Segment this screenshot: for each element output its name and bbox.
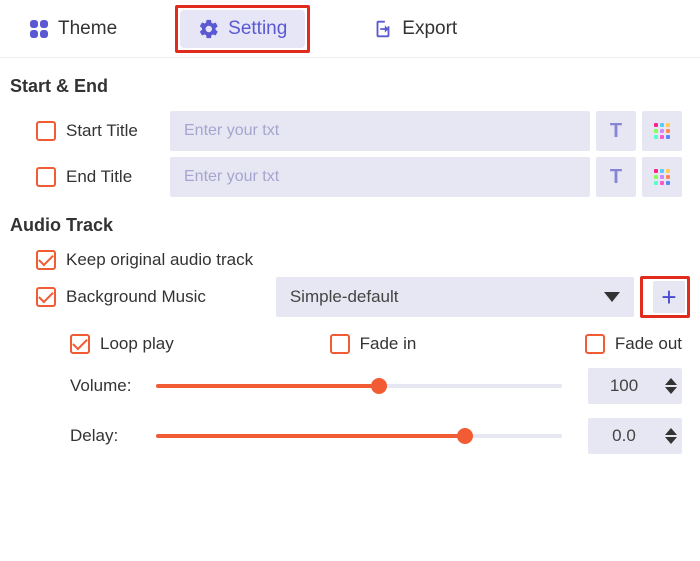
loop-play-label: Loop play <box>100 334 174 354</box>
start-title-input[interactable] <box>170 111 590 151</box>
fade-in-checkbox[interactable] <box>330 334 350 354</box>
start-title-color-button[interactable] <box>642 111 682 151</box>
end-title-text-style-button[interactable]: T <box>596 157 636 197</box>
tab-export[interactable]: Export <box>354 10 475 48</box>
text-icon: T <box>610 166 622 189</box>
delay-down-icon[interactable] <box>665 437 677 444</box>
add-music-button[interactable]: + <box>653 281 685 313</box>
end-title-color-button[interactable] <box>642 157 682 197</box>
section-audio-track: Audio Track <box>10 215 700 236</box>
color-grid-icon <box>654 169 670 185</box>
bg-music-label: Background Music <box>66 287 206 307</box>
keep-original-checkbox[interactable] <box>36 250 56 270</box>
bg-music-selected: Simple-default <box>290 287 399 307</box>
end-title-checkbox[interactable] <box>36 167 56 187</box>
delay-slider[interactable] <box>156 434 562 438</box>
bg-music-checkbox[interactable] <box>36 287 56 307</box>
tab-setting-label: Setting <box>228 18 287 40</box>
volume-slider[interactable] <box>156 384 562 388</box>
text-icon: T <box>610 120 622 143</box>
fade-out-checkbox[interactable] <box>585 334 605 354</box>
tab-theme[interactable]: Theme <box>10 10 135 48</box>
plus-icon: + <box>661 284 676 310</box>
volume-spinner[interactable]: 100 <box>588 368 682 404</box>
tab-theme-label: Theme <box>58 18 117 40</box>
delay-value: 0.0 <box>588 426 660 446</box>
fade-in-label: Fade in <box>360 334 417 354</box>
highlight-add: + <box>640 276 690 318</box>
highlight-setting: Setting <box>175 5 310 53</box>
end-title-input[interactable] <box>170 157 590 197</box>
start-title-checkbox[interactable] <box>36 121 56 141</box>
gear-icon <box>198 18 220 40</box>
chevron-down-icon <box>604 292 620 302</box>
bg-music-dropdown[interactable]: Simple-default <box>276 277 634 317</box>
color-grid-icon <box>654 123 670 139</box>
tab-setting[interactable]: Setting <box>180 10 305 48</box>
volume-up-icon[interactable] <box>665 378 677 385</box>
start-title-label: Start Title <box>66 121 162 141</box>
delay-up-icon[interactable] <box>665 428 677 435</box>
slider-thumb[interactable] <box>371 378 387 394</box>
delay-spinner[interactable]: 0.0 <box>588 418 682 454</box>
section-start-end: Start & End <box>10 76 700 97</box>
slider-thumb[interactable] <box>457 428 473 444</box>
keep-original-label: Keep original audio track <box>66 250 253 270</box>
volume-down-icon[interactable] <box>665 387 677 394</box>
delay-label: Delay: <box>70 426 156 446</box>
volume-value: 100 <box>588 376 660 396</box>
start-title-text-style-button[interactable]: T <box>596 111 636 151</box>
loop-play-checkbox[interactable] <box>70 334 90 354</box>
fade-out-label: Fade out <box>615 334 682 354</box>
volume-label: Volume: <box>70 376 156 396</box>
tab-bar: Theme Setting Export <box>0 0 700 58</box>
end-title-label: End Title <box>66 167 162 187</box>
theme-icon <box>28 18 50 40</box>
tab-export-label: Export <box>402 18 457 40</box>
export-icon <box>372 18 394 40</box>
